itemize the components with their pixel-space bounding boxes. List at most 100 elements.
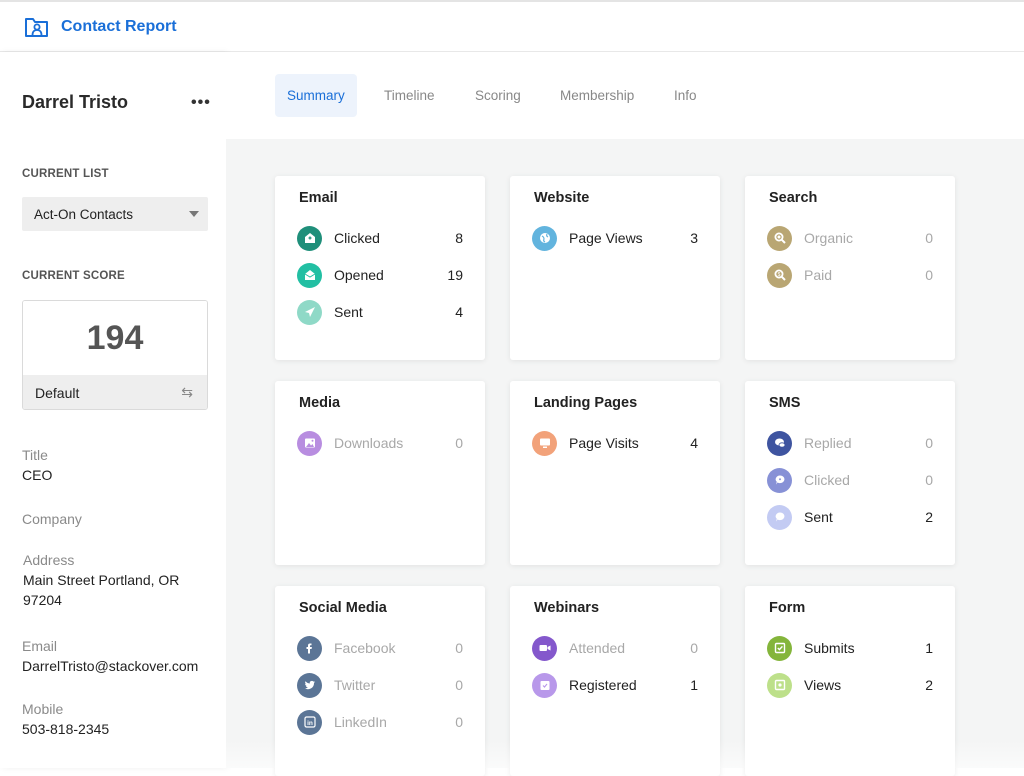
metric-row[interactable]: Clicked 0: [767, 467, 933, 493]
field-label: Email: [22, 638, 58, 654]
metric-row[interactable]: Submits 1: [767, 635, 933, 661]
search-paid-icon: $: [767, 262, 792, 288]
card-webinars: Webinars Attended 0 Registered 1: [510, 586, 720, 776]
score-model-row: Default ⇆: [23, 375, 207, 409]
linkedin-icon: in: [297, 709, 322, 735]
metric-row[interactable]: Replied 0: [767, 430, 933, 456]
field-mobile: Mobile 503-818-2345: [22, 699, 222, 739]
field-company: Company: [22, 509, 222, 529]
current-list-label: CURRENT LIST: [22, 168, 109, 180]
metric-row[interactable]: Sent 2: [767, 504, 933, 530]
metric-row[interactable]: Organic 0: [767, 225, 933, 251]
tab-summary[interactable]: Summary: [275, 74, 357, 117]
metric-row[interactable]: Views 2: [767, 672, 933, 698]
card-email: Email Clicked 8 Opened 19 Sent 4: [275, 176, 485, 360]
more-options-button[interactable]: •••: [191, 95, 211, 111]
tab-timeline[interactable]: Timeline: [372, 74, 447, 117]
field-value: CEO: [22, 467, 53, 483]
main-content: Summary Timeline Scoring Membership Info…: [226, 52, 1024, 776]
form-view-icon: [767, 672, 792, 698]
metric-row[interactable]: Facebook 0: [297, 635, 463, 661]
card-landing-pages: Landing Pages Page Visits 4: [510, 381, 720, 565]
sms-sent-icon: [767, 504, 792, 530]
metric-label: Page Visits: [569, 435, 639, 451]
current-score-label: CURRENT SCORE: [22, 270, 125, 282]
metric-row[interactable]: $ Paid 0: [767, 262, 933, 288]
metric-value: 0: [455, 640, 463, 656]
metric-row[interactable]: Twitter 0: [297, 672, 463, 698]
card-title: Website: [534, 190, 590, 206]
metric-row[interactable]: Downloads 0: [297, 430, 463, 456]
metric-label: Twitter: [334, 677, 376, 693]
score-box: 194 Default ⇆: [22, 300, 208, 410]
swap-icon[interactable]: ⇆: [181, 384, 193, 401]
score-model-name: Default: [35, 385, 80, 401]
card-title: Webinars: [534, 600, 600, 616]
field-value: Main Street Portland, OR 97204: [23, 572, 180, 608]
tab-info[interactable]: Info: [662, 74, 709, 117]
metric-row[interactable]: Attended 0: [532, 635, 698, 661]
metric-label: Views: [804, 677, 842, 693]
search-organic-icon: [767, 225, 792, 251]
sms-clicked-icon: [767, 467, 792, 493]
card-title: Media: [299, 395, 341, 411]
metric-label: Clicked: [804, 472, 850, 488]
card-website: Website Page Views 3: [510, 176, 720, 360]
contact-sidebar: Darrel Tristo ••• CURRENT LIST Act-On Co…: [0, 52, 226, 768]
card-form: Form Submits 1 Views 2: [745, 586, 955, 776]
card-media: Media Downloads 0: [275, 381, 485, 565]
svg-text:in: in: [307, 720, 313, 727]
metric-label: Clicked: [334, 230, 380, 246]
metric-row[interactable]: Clicked 8: [297, 225, 463, 251]
tab-scoring[interactable]: Scoring: [463, 74, 533, 117]
current-list-value: Act-On Contacts: [34, 206, 134, 222]
metric-value: 4: [455, 304, 463, 320]
image-icon: [297, 430, 322, 456]
contact-folder-icon: [25, 17, 48, 37]
metric-row[interactable]: Page Views 3: [532, 225, 698, 251]
svg-text:$: $: [777, 272, 780, 278]
metric-label: LinkedIn: [334, 714, 387, 730]
globe-icon: [532, 225, 557, 251]
chevron-down-icon: [189, 211, 199, 217]
field-label: Title: [22, 447, 48, 463]
email-opened-icon: [297, 262, 322, 288]
metric-row[interactable]: Registered 1: [532, 672, 698, 698]
metric-value: 0: [455, 714, 463, 730]
metric-value: 8: [455, 230, 463, 246]
field-label: Mobile: [22, 701, 64, 717]
metric-row[interactable]: Page Visits 4: [532, 430, 698, 456]
current-list-dropdown[interactable]: Act-On Contacts: [22, 197, 208, 231]
metric-row[interactable]: in LinkedIn 0: [297, 709, 463, 735]
metric-value: 1: [690, 677, 698, 693]
metric-value: 2: [925, 677, 933, 693]
card-title: Form: [769, 600, 806, 616]
card-title: SMS: [769, 395, 801, 411]
email-clicked-icon: [297, 225, 322, 251]
card-title: Email: [299, 190, 338, 206]
metric-label: Submits: [804, 640, 855, 656]
metric-value: 0: [690, 640, 698, 656]
card-sms: SMS Replied 0 Clicked 0 Sent 2: [745, 381, 955, 565]
form-submit-icon: [767, 635, 792, 661]
metric-value: 1: [925, 640, 933, 656]
field-address: Address Main Street Portland, OR 97204: [23, 550, 203, 610]
tab-bar: Summary Timeline Scoring Membership Info: [226, 52, 1024, 139]
metric-label: Facebook: [334, 640, 396, 656]
metric-label: Registered: [569, 677, 637, 693]
metric-label: Sent: [334, 304, 363, 320]
tab-membership[interactable]: Membership: [548, 74, 646, 117]
metric-label: Sent: [804, 509, 833, 525]
metric-label: Replied: [804, 435, 852, 451]
field-value[interactable]: DarrelTristo@stackover.com: [22, 656, 222, 676]
metric-row[interactable]: Opened 19: [297, 262, 463, 288]
field-label: Address: [23, 552, 75, 568]
field-value[interactable]: 503-818-2345: [22, 719, 222, 739]
metric-value: 0: [925, 472, 933, 488]
metric-value: 0: [925, 230, 933, 246]
metric-value: 0: [925, 435, 933, 451]
metric-row[interactable]: Sent 4: [297, 299, 463, 325]
twitter-icon: [297, 672, 322, 698]
email-sent-icon: [297, 299, 322, 325]
metric-value: 19: [447, 267, 463, 283]
